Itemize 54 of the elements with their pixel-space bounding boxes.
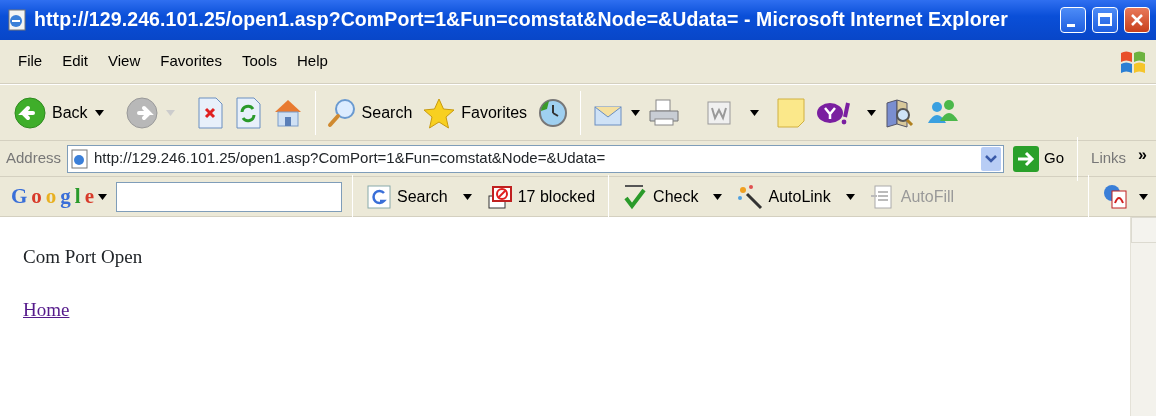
dropdown-caret-icon[interactable] bbox=[845, 193, 855, 200]
dropdown-caret-icon[interactable] bbox=[98, 193, 107, 200]
more-button[interactable]: » bbox=[1135, 141, 1150, 169]
document-icon bbox=[705, 98, 734, 127]
menu-item[interactable]: View bbox=[98, 50, 151, 73]
stop-icon bbox=[195, 96, 224, 129]
page-icon bbox=[70, 148, 91, 169]
minimize-icon bbox=[1067, 24, 1075, 27]
dropdown-caret-icon[interactable] bbox=[631, 109, 641, 116]
window-title: http://129.246.101.25/open1.asp?ComPort=1&Fun=comstat&Node=&Udata= - Microsoft Internet Explorer bbox=[34, 7, 1009, 33]
note-icon bbox=[776, 96, 807, 129]
search-field[interactable] bbox=[116, 181, 342, 212]
star-icon bbox=[422, 96, 457, 129]
dropdown-caret-icon[interactable] bbox=[462, 193, 472, 200]
links-button[interactable]: Links bbox=[1088, 145, 1130, 172]
toolbar-button[interactable]: Check bbox=[619, 181, 702, 212]
popup-blocker-icon bbox=[486, 183, 513, 210]
menu-item[interactable]: Edit bbox=[52, 50, 99, 73]
menu-item[interactable]: Favorites bbox=[150, 50, 232, 73]
g-icon bbox=[366, 183, 392, 210]
search-icon bbox=[326, 96, 357, 129]
go-button[interactable]: Go bbox=[1010, 143, 1068, 174]
menu-item[interactable]: Tools bbox=[231, 50, 287, 73]
page-icon bbox=[6, 8, 28, 32]
dropdown-caret-icon[interactable] bbox=[713, 193, 723, 200]
google-logo[interactable]: Google bbox=[8, 178, 110, 215]
menu-item[interactable]: File bbox=[8, 50, 53, 73]
address-field[interactable]: http://129.246.101.25/open1.asp?ComPort=1&Fun=comstat&Node=&Udata= bbox=[67, 144, 1005, 173]
pdf-icon bbox=[1102, 182, 1130, 211]
refresh-icon bbox=[233, 96, 262, 129]
address-label: Address bbox=[6, 148, 62, 169]
minimize-button[interactable] bbox=[1060, 7, 1086, 33]
favorites-button[interactable]: Favorites bbox=[419, 94, 531, 131]
search-button[interactable]: Search bbox=[323, 94, 416, 131]
dropdown-caret-icon[interactable] bbox=[94, 109, 104, 116]
book-magnifier-icon bbox=[883, 96, 916, 129]
close-button[interactable] bbox=[1124, 7, 1150, 33]
maximize-icon bbox=[1097, 12, 1113, 28]
toolbar-button[interactable]: 17 blocked bbox=[483, 181, 599, 212]
toolbar-button[interactable]: Search bbox=[363, 181, 451, 212]
status-message: Com Port Open bbox=[23, 245, 144, 269]
toolbar-button[interactable]: AutoLink bbox=[734, 181, 834, 212]
dropdown-caret-icon[interactable] bbox=[1139, 193, 1148, 200]
back-button[interactable]: Back bbox=[10, 93, 91, 132]
scrollbar[interactable] bbox=[1130, 217, 1156, 416]
home-link[interactable]: Home bbox=[23, 298, 70, 320]
magic-wand-icon bbox=[737, 183, 764, 210]
clock-icon bbox=[537, 96, 570, 129]
close-icon bbox=[1129, 12, 1145, 28]
maximize-button[interactable] bbox=[1092, 7, 1118, 33]
dropdown-caret-icon[interactable] bbox=[750, 109, 760, 116]
printer-icon bbox=[647, 96, 682, 129]
dropdown-caret-icon[interactable] bbox=[867, 109, 877, 116]
menu-item[interactable]: Help bbox=[287, 50, 338, 73]
